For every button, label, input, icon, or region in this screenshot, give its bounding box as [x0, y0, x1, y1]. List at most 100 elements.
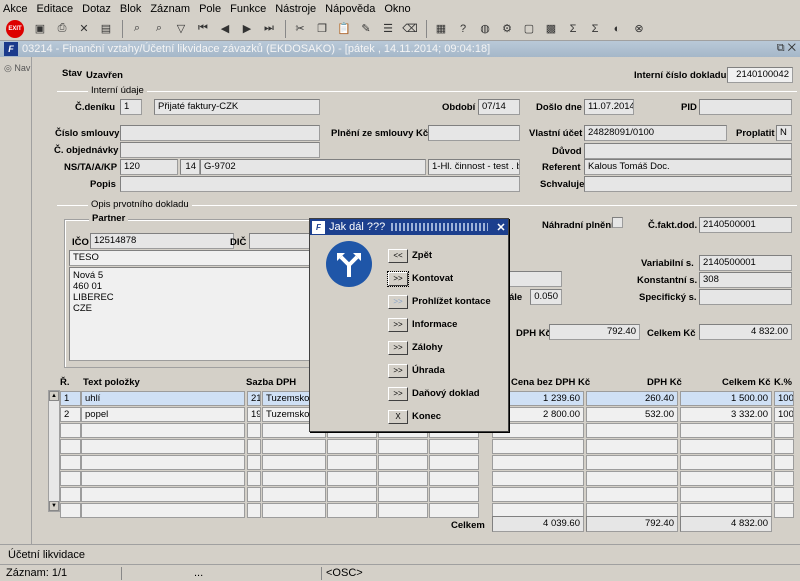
menu-napoveda[interactable]: Nápověda	[325, 3, 375, 15]
partner-name-field[interactable]: TESO	[69, 250, 334, 266]
pid-field[interactable]	[699, 99, 792, 115]
grid-cell-k[interactable]	[774, 471, 794, 486]
partner-address-field[interactable]: Nová 5 460 01 LIBEREC CZE	[69, 267, 334, 361]
ks-field[interactable]: 308	[699, 272, 792, 288]
grid-cell-r[interactable]	[60, 423, 81, 438]
scroll-up-icon[interactable]: ▲	[49, 391, 59, 401]
dialog-option-label[interactable]: Prohlížet kontace	[412, 296, 491, 307]
total-celkem-field[interactable]: 4 832.00	[680, 516, 772, 532]
grid-cell-text[interactable]	[81, 439, 245, 454]
grid-cell-k[interactable]	[774, 455, 794, 470]
ss-field[interactable]	[699, 289, 792, 305]
grid-cell-sazba[interactable]	[247, 471, 261, 486]
grid-cell-x2[interactable]	[378, 487, 428, 502]
grid-cell-dph[interactable]	[586, 471, 678, 486]
filter-icon[interactable]: ▽	[171, 19, 191, 39]
copy-icon[interactable]: ❐	[312, 19, 332, 39]
dialog-option-button[interactable]: >>	[388, 295, 408, 309]
grid-cell-dph[interactable]	[586, 455, 678, 470]
grid-cell-k[interactable]: 100	[774, 407, 794, 422]
web-icon[interactable]: ◐	[607, 19, 627, 39]
dialog-option-button[interactable]: >>	[388, 364, 408, 378]
grid-cell-cena[interactable]	[492, 439, 584, 454]
grid-cell-sazba[interactable]: 19	[247, 407, 261, 422]
grid-cell-text[interactable]	[81, 487, 245, 502]
dialog-option-button[interactable]: >>	[387, 271, 409, 287]
grid-cell-text[interactable]	[81, 423, 245, 438]
grid-cell-x3[interactable]	[429, 487, 479, 502]
help-icon[interactable]: ?	[453, 19, 473, 39]
grid-cell-celkem[interactable]	[680, 487, 772, 502]
grid-cell-k[interactable]	[774, 487, 794, 502]
excel-icon[interactable]: ▩	[541, 19, 561, 39]
menu-nastroje[interactable]: Nástroje	[275, 3, 316, 15]
menu-editace[interactable]: Editace	[36, 3, 73, 15]
duvod-field[interactable]	[584, 143, 792, 159]
dialog-option-label[interactable]: Úhrada	[412, 365, 445, 376]
dialog-option-button[interactable]: >>	[388, 318, 408, 332]
grid-cell-k[interactable]	[774, 439, 794, 454]
total-dph-field[interactable]: 792.40	[586, 516, 678, 532]
grid-cell-x1[interactable]	[327, 455, 377, 470]
grid-cell-sazba_text[interactable]	[262, 439, 326, 454]
cdeniku-text-field[interactable]: Přijaté faktury-CZK	[154, 99, 320, 115]
cfakt-field[interactable]: 2140500001	[699, 217, 792, 233]
menu-blok[interactable]: Blok	[120, 3, 141, 15]
grid-cell-r[interactable]	[60, 471, 81, 486]
nav-panel[interactable]: ◎ Nav	[0, 57, 32, 544]
exit-icon[interactable]: EXIT	[6, 19, 24, 38]
globe-icon[interactable]: ◍	[475, 19, 495, 39]
dialog-option-button[interactable]: X	[388, 410, 408, 424]
list-icon[interactable]: ☰	[378, 19, 398, 39]
grid-cell-text[interactable]	[81, 471, 245, 486]
grid-cell-celkem[interactable]: 1 500.00	[680, 391, 772, 406]
dialog-option-label[interactable]: Daňový doklad	[412, 388, 480, 399]
calculator-icon[interactable]: ▦	[431, 19, 451, 39]
enter-query-icon[interactable]: ⌕	[127, 19, 147, 39]
grid-cell-celkem[interactable]: 3 332.00	[680, 407, 772, 422]
grid-cell-r[interactable]	[60, 455, 81, 470]
delete-record-icon[interactable]: ✕	[74, 19, 94, 39]
grid-cell-sazba_text[interactable]	[262, 487, 326, 502]
grid-cell-celkem[interactable]	[680, 471, 772, 486]
next-record-icon[interactable]: ▶	[237, 19, 257, 39]
grid-scrollbar[interactable]: ▲ ▼	[48, 390, 60, 512]
grid-cell-k[interactable]	[774, 423, 794, 438]
menu-zaznam[interactable]: Záznam	[150, 3, 190, 15]
grid-cell-sazba[interactable]	[247, 439, 261, 454]
smlouvy-field[interactable]	[120, 125, 320, 141]
grid-cell-x1[interactable]	[327, 487, 377, 502]
grid-cell-sazba_text[interactable]	[262, 455, 326, 470]
print-icon[interactable]: ⎙	[52, 19, 72, 39]
menu-dotaz[interactable]: Dotaz	[82, 3, 111, 15]
grid-cell-sazba[interactable]	[247, 423, 261, 438]
grid-cell-cena[interactable]	[492, 487, 584, 502]
plneni-field[interactable]	[428, 125, 520, 141]
kurz-field[interactable]: 0.050	[530, 289, 562, 305]
grid-cell-text[interactable]	[81, 503, 245, 518]
dialog-option-label[interactable]: Kontovat	[412, 273, 453, 284]
obdobi-field[interactable]: 07/14	[478, 99, 520, 115]
grid-cell-r[interactable]: 1	[60, 391, 81, 406]
dialog-option-button[interactable]: >>	[388, 341, 408, 355]
edit-icon[interactable]: ✎	[356, 19, 376, 39]
grid-cell-celkem[interactable]	[680, 455, 772, 470]
paste-icon[interactable]: 📋	[334, 19, 354, 39]
grid-cell-sazba[interactable]: 21	[247, 391, 261, 406]
nahradni-checkbox[interactable]	[612, 217, 623, 228]
schvaluje-field[interactable]	[584, 176, 792, 192]
menu-pole[interactable]: Pole	[199, 3, 221, 15]
ta-field[interactable]: 14	[180, 159, 200, 175]
dialog-option-button[interactable]: >>	[388, 387, 408, 401]
grid-cell-x3[interactable]	[429, 471, 479, 486]
kp-field[interactable]: 1-Hl. činnost - test . bbb	[428, 159, 520, 175]
save-icon[interactable]: ▣	[30, 19, 50, 39]
cut-icon[interactable]: ✂	[290, 19, 310, 39]
vlastni-field[interactable]: 24828091/0100	[584, 125, 727, 141]
grid-cell-x2[interactable]	[378, 503, 428, 518]
grid-cell-r[interactable]	[60, 487, 81, 502]
ns-field[interactable]: 120	[120, 159, 178, 175]
grid-cell-text[interactable]: popel	[81, 407, 245, 422]
grid-cell-sazba_text[interactable]	[262, 471, 326, 486]
grid-cell-x1[interactable]	[327, 471, 377, 486]
